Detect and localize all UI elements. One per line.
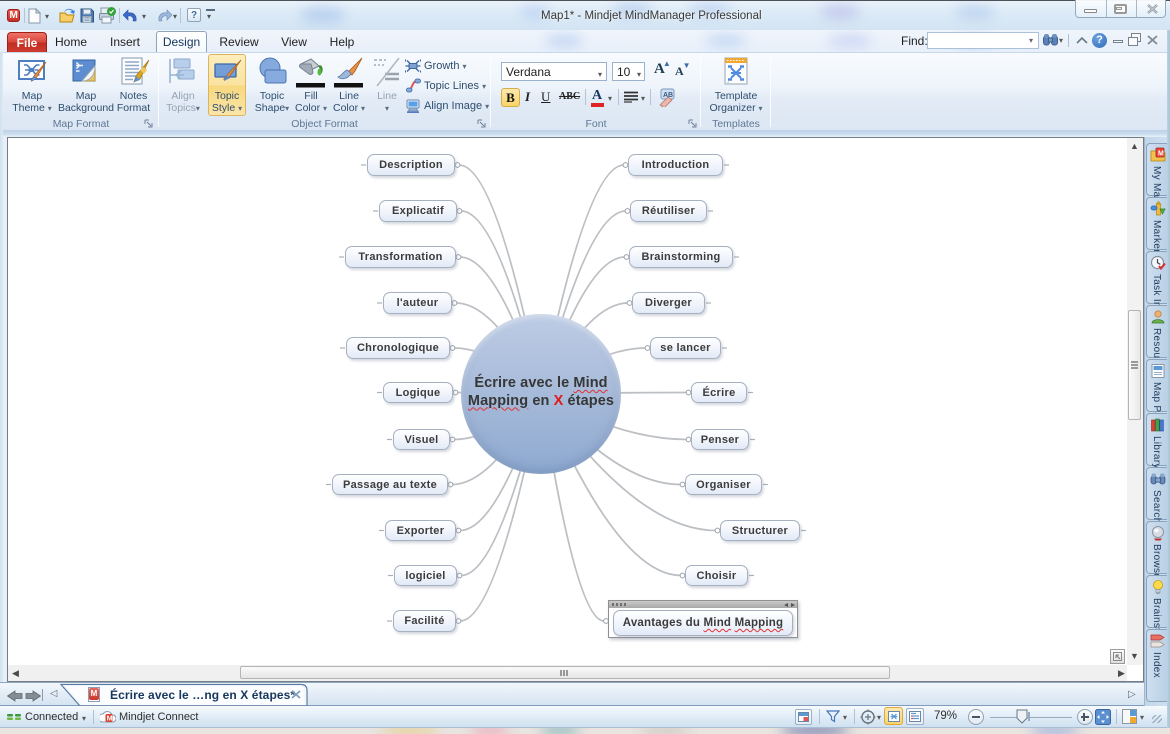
svg-text:M: M [1158,151,1164,158]
svg-text:M: M [107,716,113,723]
